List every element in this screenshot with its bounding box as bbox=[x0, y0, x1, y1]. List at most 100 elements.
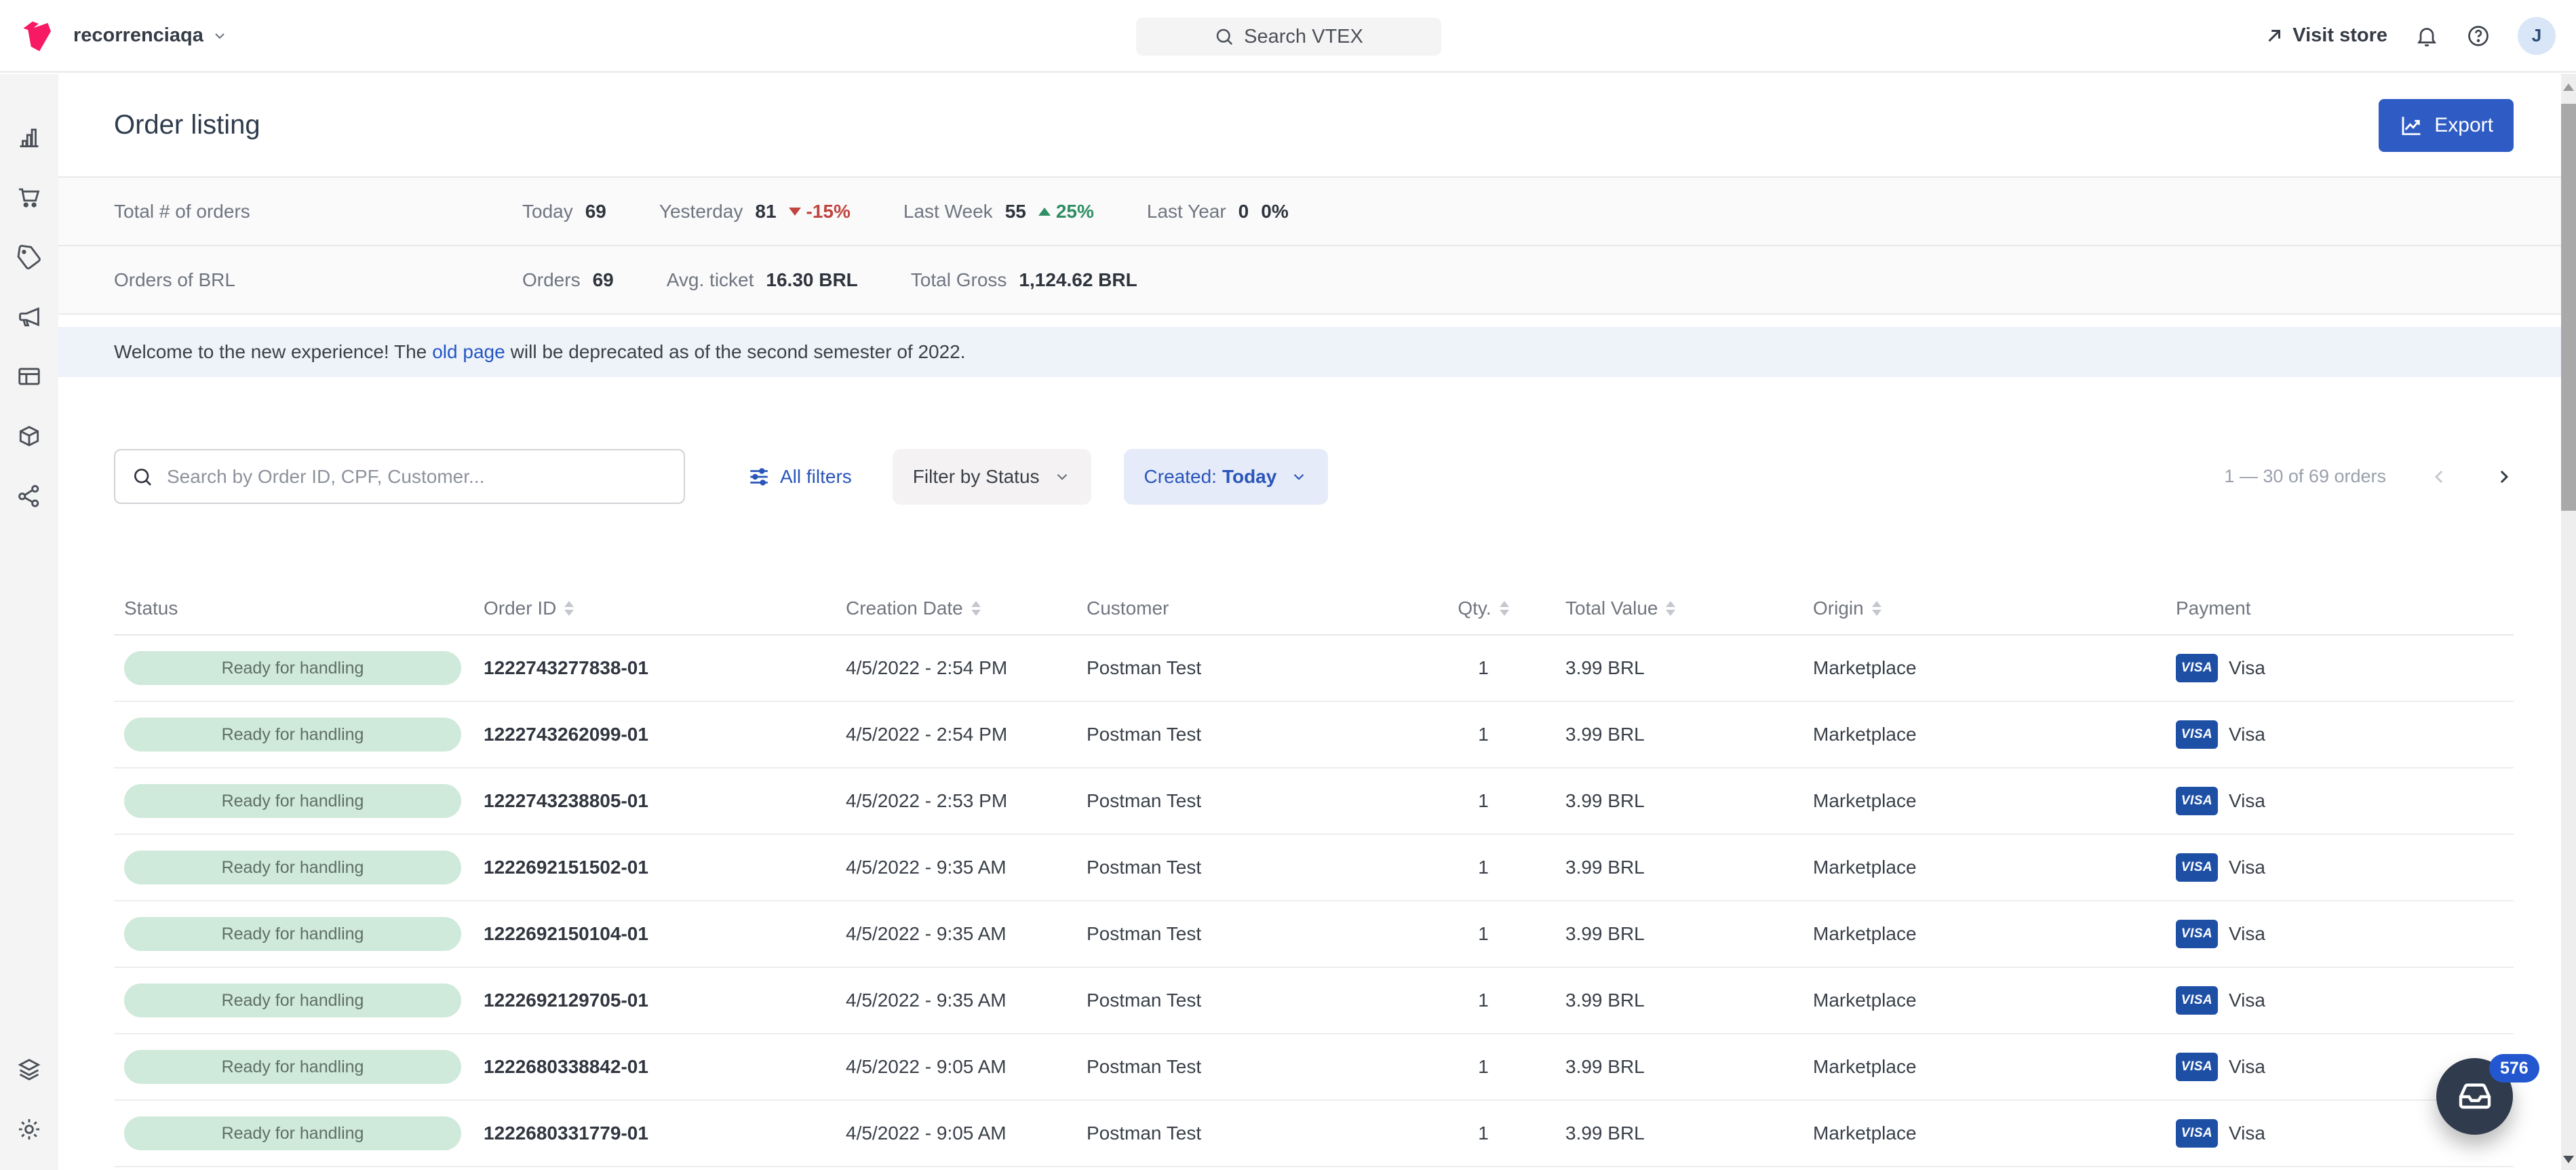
layers-icon[interactable] bbox=[0, 1040, 58, 1099]
line-chart-icon bbox=[2399, 113, 2423, 138]
notifications-bell-icon[interactable] bbox=[2415, 24, 2439, 48]
order-id: 1222692129705-01 bbox=[473, 990, 836, 1011]
pagination-next-icon[interactable] bbox=[2493, 467, 2514, 487]
table-row[interactable]: Ready for handling 1222692129705-01 4/5/… bbox=[114, 968, 2514, 1034]
creation-date: 4/5/2022 - 9:05 AM bbox=[836, 1056, 1076, 1078]
col-header-qty[interactable]: Qty. bbox=[1432, 598, 1534, 619]
qty: 1 bbox=[1432, 790, 1534, 812]
col-header-origin[interactable]: Origin bbox=[1782, 598, 2145, 619]
sort-icon bbox=[1666, 601, 1675, 616]
payment-method: Visa bbox=[2229, 657, 2265, 679]
chevron-down-icon bbox=[1290, 468, 1308, 486]
filter-by-status-dropdown[interactable]: Filter by Status bbox=[893, 449, 1091, 505]
origin: Marketplace bbox=[1782, 923, 2145, 945]
metric-today: Today 69 bbox=[522, 201, 606, 222]
table-row[interactable]: Ready for handling 1222692151502-01 4/5/… bbox=[114, 835, 2514, 901]
user-avatar[interactable]: J bbox=[2518, 17, 2556, 55]
export-button[interactable]: Export bbox=[2379, 99, 2514, 152]
marketing-megaphone-icon[interactable] bbox=[0, 287, 58, 347]
help-icon[interactable] bbox=[2466, 24, 2491, 48]
status-badge: Ready for handling bbox=[124, 1050, 461, 1084]
order-search-box bbox=[114, 449, 685, 504]
qty: 1 bbox=[1432, 657, 1534, 679]
catalog-cube-icon[interactable] bbox=[0, 406, 58, 466]
storefront-icon[interactable] bbox=[0, 347, 58, 406]
account-switcher[interactable]: recorrenciaqa bbox=[73, 24, 228, 47]
payment-method: Visa bbox=[2229, 923, 2265, 945]
status-badge: Ready for handling bbox=[124, 651, 461, 685]
table-header-row: Status Order ID Creation Date Customer Q… bbox=[114, 583, 2514, 636]
qty: 1 bbox=[1432, 1123, 1534, 1144]
payment-method: Visa bbox=[2229, 857, 2265, 878]
integrations-share-icon[interactable] bbox=[0, 466, 58, 526]
stats-row-brl: Orders of BRL Orders 69 Avg. ticket 16.3… bbox=[58, 246, 2576, 315]
search-icon bbox=[1214, 26, 1234, 47]
table-row[interactable]: Ready for handling 1222743277838-01 4/5/… bbox=[114, 636, 2514, 702]
qty: 1 bbox=[1432, 1056, 1534, 1078]
total-value: 3.99 BRL bbox=[1534, 1056, 1782, 1078]
filter-bar: All filters Filter by Status Created:Tod… bbox=[58, 448, 2576, 505]
payment-method: Visa bbox=[2229, 790, 2265, 812]
total-value: 3.99 BRL bbox=[1534, 657, 1782, 679]
visa-icon: VISA bbox=[2176, 1053, 2218, 1081]
origin: Marketplace bbox=[1782, 1056, 2145, 1078]
table-row[interactable]: Ready for handling 1222680338842-01 4/5/… bbox=[114, 1034, 2514, 1101]
creation-date: 4/5/2022 - 9:35 AM bbox=[836, 990, 1076, 1011]
orders-cart-icon[interactable] bbox=[0, 168, 58, 227]
customer: Postman Test bbox=[1076, 657, 1432, 679]
created-filter-dropdown[interactable]: Created:Today bbox=[1124, 449, 1329, 505]
col-header-customer: Customer bbox=[1076, 598, 1432, 619]
table-row[interactable]: Ready for handling 1222692150104-01 4/5/… bbox=[114, 901, 2514, 968]
origin: Marketplace bbox=[1782, 657, 2145, 679]
col-header-creation-date[interactable]: Creation Date bbox=[836, 598, 1076, 619]
page-scrollbar[interactable] bbox=[2561, 74, 2576, 1170]
chevron-down-icon bbox=[1053, 468, 1071, 486]
page-title: Order listing bbox=[114, 110, 260, 140]
creation-date: 4/5/2022 - 2:54 PM bbox=[836, 724, 1076, 745]
sliders-icon bbox=[747, 465, 770, 488]
settings-gear-icon[interactable] bbox=[0, 1099, 58, 1170]
scroll-down-arrow-icon[interactable] bbox=[2563, 1156, 2574, 1163]
chevron-down-icon bbox=[212, 28, 228, 44]
order-id: 1222680338842-01 bbox=[473, 1056, 836, 1078]
table-row[interactable]: Ready for handling 1222743262099-01 4/5/… bbox=[114, 702, 2514, 768]
old-page-link[interactable]: old page bbox=[432, 341, 505, 363]
metric-total-gross: Total Gross 1,124.62 BRL bbox=[911, 269, 1137, 291]
analytics-icon[interactable] bbox=[0, 108, 58, 168]
col-header-total-value[interactable]: Total Value bbox=[1534, 598, 1782, 619]
visa-icon: VISA bbox=[2176, 654, 2218, 682]
visit-store-button[interactable]: Visit store bbox=[2264, 24, 2387, 47]
total-value: 3.99 BRL bbox=[1534, 724, 1782, 745]
origin: Marketplace bbox=[1782, 790, 2145, 812]
col-header-order-id[interactable]: Order ID bbox=[473, 598, 836, 619]
all-filters-button[interactable]: All filters bbox=[747, 465, 852, 488]
deprecation-banner: Welcome to the new experience! The old p… bbox=[58, 327, 2576, 377]
total-value: 3.99 BRL bbox=[1534, 990, 1782, 1011]
global-search[interactable]: Search VTEX bbox=[1136, 18, 1441, 56]
scroll-up-arrow-icon[interactable] bbox=[2563, 83, 2574, 91]
metric-avg-ticket: Avg. ticket 16.30 BRL bbox=[667, 269, 858, 291]
promotions-tag-icon[interactable] bbox=[0, 227, 58, 287]
topbar: recorrenciaqa Search VTEX Visit store J bbox=[0, 0, 2576, 73]
account-name: recorrenciaqa bbox=[73, 24, 203, 47]
scrollbar-thumb[interactable] bbox=[2561, 104, 2576, 511]
table-row[interactable]: Ready for handling bbox=[114, 1167, 2514, 1170]
pagination-prev-icon[interactable] bbox=[2429, 467, 2450, 487]
table-row[interactable]: Ready for handling 1222680331779-01 4/5/… bbox=[114, 1101, 2514, 1167]
metric-yesterday: Yesterday 81 -15% bbox=[659, 201, 851, 222]
order-search-input[interactable] bbox=[165, 465, 667, 488]
creation-date: 4/5/2022 - 9:05 AM bbox=[836, 1123, 1076, 1144]
table-row[interactable]: Ready for handling 1222743238805-01 4/5/… bbox=[114, 768, 2514, 835]
origin: Marketplace bbox=[1782, 724, 2145, 745]
origin: Marketplace bbox=[1782, 1123, 2145, 1144]
sort-icon bbox=[1500, 601, 1509, 616]
tasks-inbox-fab[interactable]: 576 bbox=[2436, 1058, 2513, 1135]
sort-icon bbox=[1872, 601, 1881, 616]
vtex-logo-icon bbox=[20, 18, 57, 54]
order-id: 1222692151502-01 bbox=[473, 857, 836, 878]
triangle-down-icon bbox=[789, 208, 801, 216]
status-badge: Ready for handling bbox=[124, 917, 461, 951]
external-link-icon bbox=[2264, 26, 2284, 46]
status-badge: Ready for handling bbox=[124, 1116, 461, 1150]
payment-method: Visa bbox=[2229, 1056, 2265, 1078]
